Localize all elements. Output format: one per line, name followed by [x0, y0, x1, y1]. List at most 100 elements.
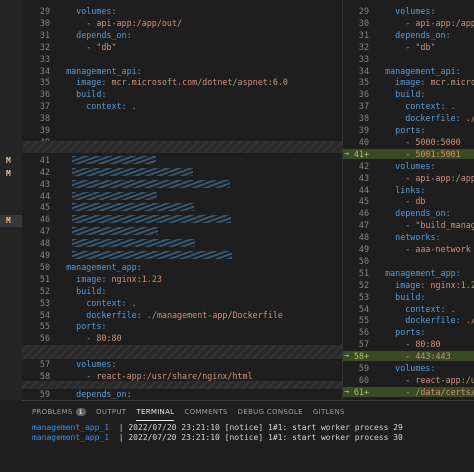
line-number: 39: [39, 125, 50, 135]
code-line[interactable]: 33: [22, 54, 342, 64]
modified-marker: M: [6, 156, 11, 165]
diff-original-pane[interactable]: 29 volumes: 30 - api-app:/app/out/31 depe…: [22, 0, 342, 400]
line-number: 29: [358, 6, 369, 16]
code-line[interactable]: 33: [343, 54, 474, 64]
code-text: volumes:: [395, 363, 436, 373]
code-line[interactable]: 43 - api-app:/app: [343, 173, 474, 183]
code-line[interactable]: 54 dockerfile: ./management-app/Dockerfi…: [22, 310, 342, 320]
modified-marker: M: [6, 216, 11, 225]
code-line[interactable]: 29 volumes:: [22, 6, 342, 16]
code-text: build:: [395, 291, 426, 302]
line-number: 56: [358, 327, 369, 338]
line-number: 59: [39, 389, 50, 399]
code-line[interactable]: 51 management_app:: [343, 268, 474, 278]
code-line[interactable]: 58 - react-app:/usr/share/nginx/html: [22, 371, 342, 381]
line-number: 50: [39, 261, 50, 272]
code-line[interactable]: 55 ports:: [22, 321, 342, 331]
code-line[interactable]: 46 depends_on:: [343, 208, 474, 218]
code-line[interactable]: 53 build:: [343, 292, 474, 302]
code-line[interactable]: 40 - 5000:5000: [343, 137, 474, 147]
code-line[interactable]: 37 context: .: [22, 101, 342, 111]
code-line[interactable]: 49 - aaa-network: [343, 244, 474, 254]
tab-output[interactable]: OUTPUT: [96, 404, 126, 420]
code-line[interactable]: 42 volumes:: [343, 161, 474, 171]
code-line[interactable]: 32 - "db": [343, 42, 474, 52]
code-text: - api-app:/app/out: [405, 17, 474, 28]
code-line[interactable]: 41+ - 5001:5001: [343, 148, 474, 160]
code-line[interactable]: 31 depends_on:: [343, 30, 474, 40]
code-line[interactable]: 52 image: nginx:1.23: [343, 280, 474, 290]
code-line[interactable]: 58+ - 443:443: [343, 351, 474, 362]
code-line[interactable]: 52 build:: [22, 286, 342, 296]
code-line[interactable]: 56 ports:: [343, 327, 474, 337]
code-line[interactable]: 29 volumes:: [343, 6, 474, 16]
code-line[interactable]: 30 - api-app:/app/out: [343, 18, 474, 28]
code-line[interactable]: 36 build:: [343, 89, 474, 99]
code-line[interactable]: 61+ - /data/certs/: [343, 386, 474, 398]
tab-gitlens[interactable]: GITLENS: [313, 404, 345, 420]
code-line[interactable]: 57 - 80:80: [343, 339, 474, 349]
line-number: 43: [358, 172, 369, 183]
code-line[interactable]: 55 dockerfile: ./: [343, 315, 474, 325]
code-line[interactable]: 45 - db: [343, 196, 474, 206]
code-line[interactable]: 38 dockerfile: ./M: [343, 113, 474, 123]
code-text: build:: [76, 285, 107, 296]
code-line[interactable]: 34 management_api:: [22, 66, 342, 76]
code-line[interactable]: 41: [22, 155, 342, 165]
code-line[interactable]: 35 image: mcr.micros: [343, 77, 474, 87]
code-line[interactable]: 59 volumes:: [343, 363, 474, 373]
code-line[interactable]: 56 - 80:80: [22, 333, 342, 343]
tab-comments[interactable]: COMMENTS: [184, 404, 227, 420]
code-text: volumes:: [76, 6, 117, 16]
code-line[interactable]: 34 management_api:: [343, 66, 474, 76]
render-artifact: [72, 227, 158, 236]
code-line[interactable]: 44: [22, 191, 342, 201]
code-text: - 5001:5001: [375, 148, 461, 159]
code-text: - "db": [56, 41, 117, 52]
code-line[interactable]: 36 build:: [22, 89, 342, 99]
revert-arrow-icon[interactable]: →: [344, 148, 349, 158]
code-text: - 443:443: [375, 351, 451, 362]
line-number: 55: [39, 321, 50, 332]
code-line[interactable]: 30 - api-app:/app/out/: [22, 18, 342, 28]
line-number: 48: [358, 232, 369, 243]
revert-arrow-icon[interactable]: →: [344, 386, 349, 396]
code-text: context: .: [86, 297, 137, 308]
render-artifact: [72, 203, 194, 212]
code-line[interactable]: 54 context: .: [343, 304, 474, 314]
modified-marker: M: [6, 169, 11, 178]
code-line[interactable]: 44 links:: [343, 185, 474, 195]
code-line[interactable]: 48 networks:: [343, 232, 474, 242]
code-line[interactable]: 60 - react-app:/us: [343, 375, 474, 385]
code-line[interactable]: 50 management_app:: [22, 262, 342, 272]
code-text: - "db": [375, 41, 436, 52]
code-line[interactable]: 57 volumes:: [22, 359, 342, 369]
code-text: image: mcr.micros: [395, 77, 474, 88]
code-line[interactable]: 38: [22, 113, 342, 123]
code-line[interactable]: 53 context: .: [22, 298, 342, 308]
render-artifact: [72, 251, 232, 259]
code-line[interactable]: 39: [22, 125, 342, 135]
diff-modified-pane[interactable]: 29 volumes:30 - api-app:/app/out31 depen…: [342, 0, 474, 400]
code-line[interactable]: 31 depends_on:: [22, 30, 342, 40]
code-line[interactable]: 59 depends_on:: [22, 389, 342, 399]
code-text: management_app:: [66, 261, 142, 272]
terminal-output[interactable]: management_app_1 | 2022/07/20 23:21:10 […: [22, 423, 474, 443]
code-line[interactable]: 51 image: nginx:1.23: [22, 274, 342, 284]
code-line[interactable]: 47: [22, 226, 342, 236]
tab-debug-console[interactable]: DEBUG CONSOLE: [238, 404, 303, 420]
line-number: 52: [39, 285, 50, 296]
line-number: 30: [358, 17, 369, 28]
line-number: 45: [358, 196, 369, 207]
code-line[interactable]: 35 image: mcr.microsoft.com/dotnet/aspne…: [22, 77, 342, 87]
revert-arrow-icon[interactable]: →: [344, 350, 349, 360]
tab-terminal[interactable]: TERMINAL: [136, 404, 175, 421]
code-line[interactable]: 50: [343, 256, 474, 266]
code-text: management_api:: [66, 65, 142, 76]
tab-problems[interactable]: PROBLEMS 1: [32, 404, 87, 420]
code-line[interactable]: 39 ports:: [343, 125, 474, 135]
line-number: 29: [39, 6, 50, 16]
code-line[interactable]: 37 context: .: [343, 101, 474, 111]
code-line[interactable]: 32 - "db": [22, 42, 342, 52]
code-line[interactable]: 47 - "build_manage: [343, 220, 474, 230]
